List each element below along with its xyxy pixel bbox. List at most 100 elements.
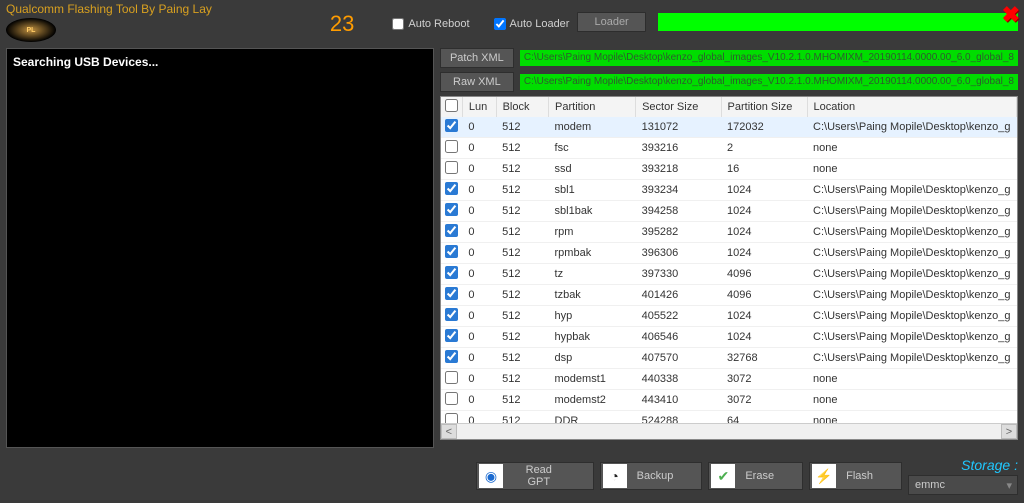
cell-sector: 443410 xyxy=(636,390,721,411)
cell-sector: 393216 xyxy=(636,138,721,159)
table-row[interactable]: 0512hyp4055221024C:\Users\Paing Mopile\D… xyxy=(441,306,1017,327)
flash-label: Flash xyxy=(846,470,873,482)
cell-sector: 393234 xyxy=(636,180,721,201)
cell-psize: 2 xyxy=(721,138,807,159)
table-row[interactable]: 0512tz3973304096C:\Users\Paing Mopile\De… xyxy=(441,264,1017,285)
table-row[interactable]: 0512dsp40757032768C:\Users\Paing Mopile\… xyxy=(441,348,1017,369)
counter-value: 23 xyxy=(330,11,354,37)
patch-xml-path: C:\Users\Paing Mopile\Desktop\kenzo_glob… xyxy=(520,50,1018,66)
cell-partition: ssd xyxy=(549,159,636,180)
row-checkbox[interactable] xyxy=(445,413,458,423)
table-row[interactable]: 0512DDR52428864none xyxy=(441,411,1017,424)
cell-location: C:\Users\Paing Mopile\Desktop\kenzo_g xyxy=(807,201,1016,222)
loader-button[interactable]: Loader xyxy=(577,12,645,32)
auto-loader-input[interactable] xyxy=(494,18,506,30)
cell-sector: 440338 xyxy=(636,369,721,390)
cell-lun: 0 xyxy=(462,180,496,201)
flash-button[interactable]: ⚡ Flash xyxy=(809,462,902,490)
cell-block: 512 xyxy=(496,222,548,243)
close-icon[interactable]: ✖ xyxy=(1002,2,1020,28)
cell-sector: 524288 xyxy=(636,411,721,424)
cell-psize: 16 xyxy=(721,159,807,180)
select-all-checkbox[interactable] xyxy=(445,99,458,112)
table-row[interactable]: 0512sbl13932341024C:\Users\Paing Mopile\… xyxy=(441,180,1017,201)
cell-location: C:\Users\Paing Mopile\Desktop\kenzo_g xyxy=(807,117,1016,138)
cell-block: 512 xyxy=(496,243,548,264)
app-title: Qualcomm Flashing Tool By Paing Lay xyxy=(6,2,212,16)
col-partition[interactable]: Partition xyxy=(549,97,636,117)
row-checkbox[interactable] xyxy=(445,350,458,363)
table-row[interactable]: 0512rpmbak3963061024C:\Users\Paing Mopil… xyxy=(441,243,1017,264)
raw-xml-button[interactable]: Raw XML xyxy=(440,72,514,92)
cell-location: none xyxy=(807,390,1016,411)
cell-block: 512 xyxy=(496,180,548,201)
cell-sector: 395282 xyxy=(636,222,721,243)
table-row[interactable]: 0512modem131072172032C:\Users\Paing Mopi… xyxy=(441,117,1017,138)
auto-reboot-checkbox[interactable]: Auto Reboot xyxy=(392,18,469,30)
table-row[interactable]: 0512tzbak4014264096C:\Users\Paing Mopile… xyxy=(441,285,1017,306)
auto-reboot-input[interactable] xyxy=(392,18,404,30)
backup-label: Backup xyxy=(637,470,674,482)
cell-sector: 407570 xyxy=(636,348,721,369)
cell-block: 512 xyxy=(496,201,548,222)
table-row[interactable]: 0512hypbak4065461024C:\Users\Paing Mopil… xyxy=(441,327,1017,348)
cell-location: C:\Users\Paing Mopile\Desktop\kenzo_g xyxy=(807,348,1016,369)
scroll-right-icon[interactable]: > xyxy=(1001,424,1017,439)
cell-psize: 1024 xyxy=(721,201,807,222)
cell-psize: 4096 xyxy=(721,285,807,306)
cell-location: none xyxy=(807,159,1016,180)
cell-lun: 0 xyxy=(462,117,496,138)
horizontal-scrollbar[interactable]: < > xyxy=(441,423,1017,439)
storage-label: Storage : xyxy=(961,457,1018,473)
row-checkbox[interactable] xyxy=(445,161,458,174)
table-row[interactable]: 0512fsc3932162none xyxy=(441,138,1017,159)
storage-dropdown[interactable]: emmc xyxy=(908,475,1018,495)
cell-location: C:\Users\Paing Mopile\Desktop\kenzo_g xyxy=(807,243,1016,264)
patch-xml-button[interactable]: Patch XML xyxy=(440,48,514,68)
row-checkbox[interactable] xyxy=(445,119,458,132)
cell-block: 512 xyxy=(496,117,548,138)
cell-location: C:\Users\Paing Mopile\Desktop\kenzo_g xyxy=(807,285,1016,306)
cell-location: C:\Users\Paing Mopile\Desktop\kenzo_g xyxy=(807,327,1016,348)
col-lun[interactable]: Lun xyxy=(462,97,496,117)
table-row[interactable]: 0512modemst24434103072none xyxy=(441,390,1017,411)
col-sector[interactable]: Sector Size xyxy=(636,97,721,117)
row-checkbox[interactable] xyxy=(445,329,458,342)
cell-location: C:\Users\Paing Mopile\Desktop\kenzo_g xyxy=(807,222,1016,243)
row-checkbox[interactable] xyxy=(445,224,458,237)
auto-loader-checkbox[interactable]: Auto Loader xyxy=(494,18,570,30)
partition-table[interactable]: Lun Block Partition Sector Size Partitio… xyxy=(440,96,1018,440)
lightning-icon: ⚡ xyxy=(812,464,836,488)
cell-partition: tz xyxy=(549,264,636,285)
table-row[interactable]: 0512sbl1bak3942581024C:\Users\Paing Mopi… xyxy=(441,201,1017,222)
table-row[interactable]: 0512ssd39321816none xyxy=(441,159,1017,180)
cell-partition: hyp xyxy=(549,306,636,327)
cell-partition: rpmbak xyxy=(549,243,636,264)
read-gpt-button[interactable]: ◉ Read GPT xyxy=(476,462,594,490)
row-checkbox[interactable] xyxy=(445,245,458,258)
row-checkbox[interactable] xyxy=(445,287,458,300)
cell-psize: 1024 xyxy=(721,306,807,327)
row-checkbox[interactable] xyxy=(445,182,458,195)
col-location[interactable]: Location xyxy=(807,97,1016,117)
row-checkbox[interactable] xyxy=(445,371,458,384)
cell-partition: dsp xyxy=(549,348,636,369)
cell-lun: 0 xyxy=(462,285,496,306)
cell-block: 512 xyxy=(496,285,548,306)
backup-button[interactable]: ◔ Backup xyxy=(600,462,703,490)
row-checkbox[interactable] xyxy=(445,308,458,321)
col-block[interactable]: Block xyxy=(496,97,548,117)
erase-button[interactable]: ✔ Erase xyxy=(708,462,803,490)
row-checkbox[interactable] xyxy=(445,266,458,279)
cell-lun: 0 xyxy=(462,243,496,264)
row-checkbox[interactable] xyxy=(445,392,458,405)
row-checkbox[interactable] xyxy=(445,203,458,216)
cell-block: 512 xyxy=(496,327,548,348)
cell-sector: 397330 xyxy=(636,264,721,285)
col-psize[interactable]: Partition Size xyxy=(721,97,807,117)
row-checkbox[interactable] xyxy=(445,140,458,153)
scroll-left-icon[interactable]: < xyxy=(441,424,457,439)
table-row[interactable]: 0512rpm3952821024C:\Users\Paing Mopile\D… xyxy=(441,222,1017,243)
table-row[interactable]: 0512modemst14403383072none xyxy=(441,369,1017,390)
cell-location: none xyxy=(807,411,1016,424)
